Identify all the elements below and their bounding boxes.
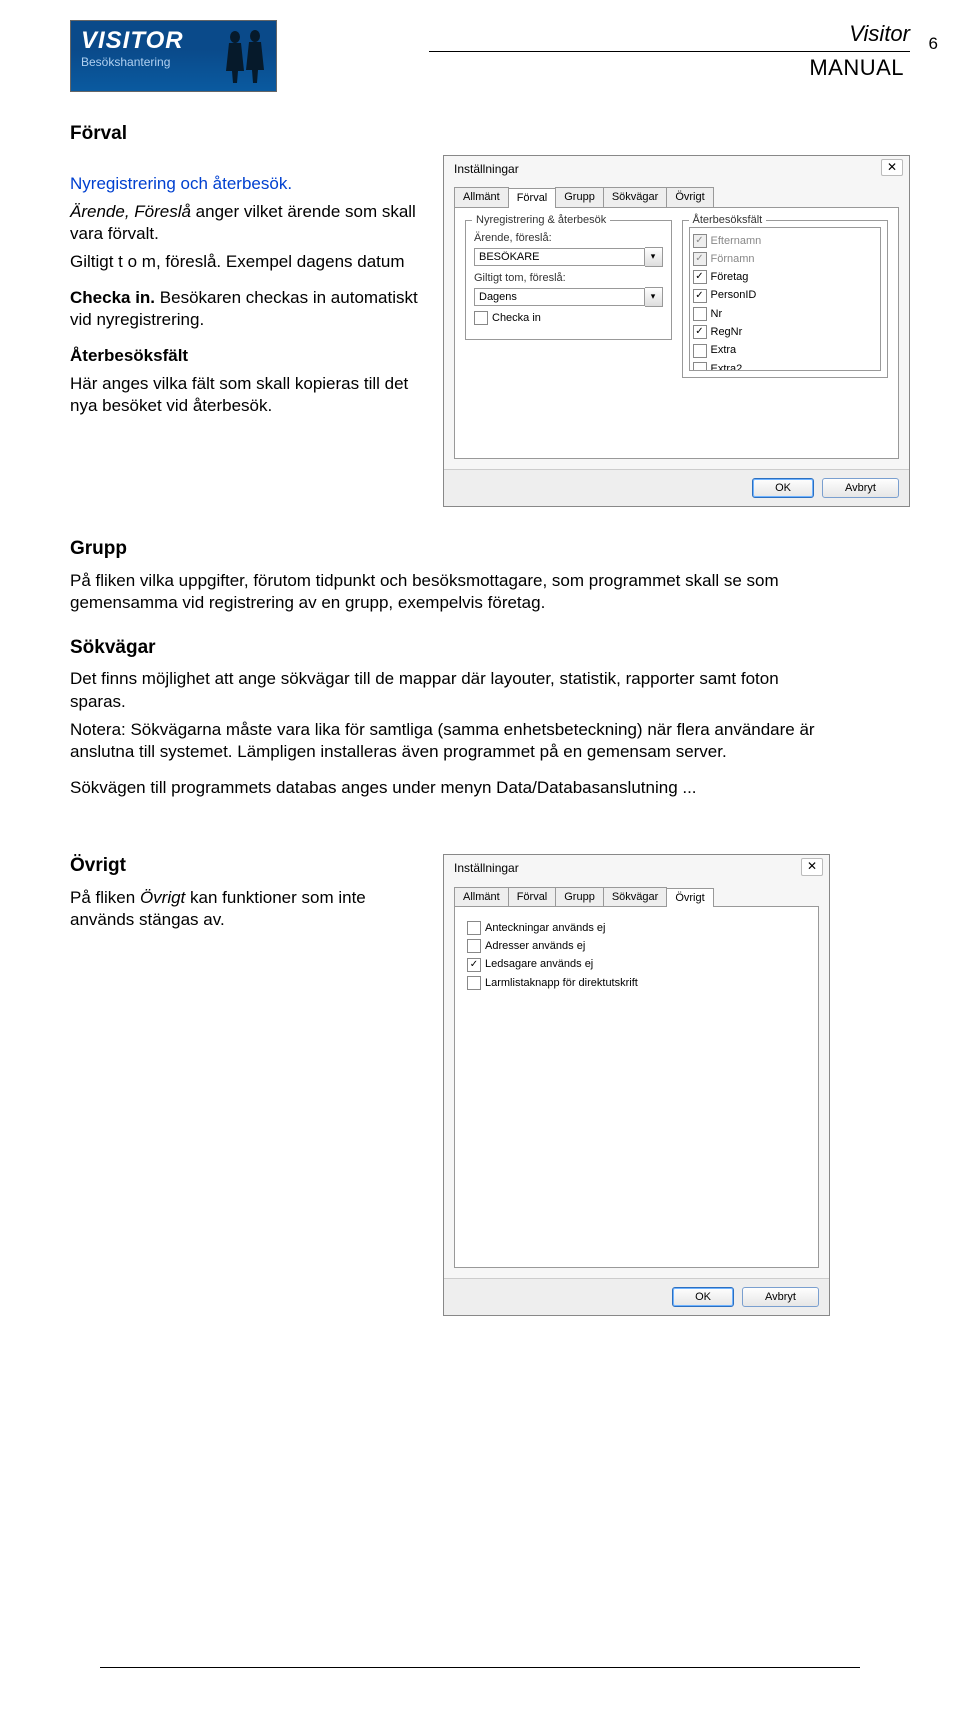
option-checkbox[interactable]: Adresser används ej xyxy=(467,939,806,953)
grupp-heading: Grupp xyxy=(70,537,830,562)
checkbox-icon: ✓ xyxy=(693,234,707,248)
checkbox-checka-in[interactable]: Checka in xyxy=(474,311,663,325)
field-personid[interactable]: ✓PersonID xyxy=(693,288,878,302)
sokvagar-p3: Sökvägen till programmets databas anges … xyxy=(70,777,830,799)
dialog-title: Inställningar xyxy=(444,156,909,182)
combo-giltigt[interactable]: ▾ xyxy=(474,287,663,307)
footer-rule xyxy=(100,1667,860,1668)
aterfalt-p: Här anges vilka fält som skall kopieras … xyxy=(70,373,425,417)
checkbox-icon xyxy=(467,939,481,953)
group-nyreg: Nyregistrering & återbesök Ärende, föres… xyxy=(465,220,672,341)
nyreg-subhead: Nyregistrering och återbesök. xyxy=(70,173,425,195)
tab-forval[interactable]: Förval xyxy=(508,887,557,906)
dialog-title: Inställningar xyxy=(444,855,829,881)
combo-arende[interactable]: ▾ xyxy=(474,247,663,267)
settings-dialog-forval: Inställningar ✕ Allmänt Förval Grupp Sök… xyxy=(443,155,910,507)
sokvagar-heading: Sökvägar xyxy=(70,636,830,661)
grupp-p: På fliken vilka uppgifter, förutom tidpu… xyxy=(70,570,830,614)
tab-allmant[interactable]: Allmänt xyxy=(454,187,509,206)
page-number: 6 xyxy=(929,33,938,55)
label-giltigt: Giltigt tom, föreslå: xyxy=(474,271,663,285)
sokvagar-p1: Det finns möjlighet att ange sökvägar ti… xyxy=(70,668,830,712)
chevron-down-icon[interactable]: ▾ xyxy=(645,247,663,267)
group-aterfalt-title: Återbesöksfält xyxy=(689,213,767,227)
checkbox-icon: ✓ xyxy=(467,958,481,972)
field-regnr[interactable]: ✓RegNr xyxy=(693,325,878,339)
cancel-button[interactable]: Avbryt xyxy=(742,1287,819,1307)
ok-button[interactable]: OK xyxy=(752,478,814,498)
aterfalt-heading: Återbesöksfält xyxy=(70,346,188,365)
ok-button[interactable]: OK xyxy=(672,1287,734,1307)
group-nyreg-title: Nyregistrering & återbesök xyxy=(472,213,610,227)
field-extra2[interactable]: Extra2 xyxy=(693,362,878,371)
tab-grupp[interactable]: Grupp xyxy=(555,887,604,906)
close-icon[interactable]: ✕ xyxy=(801,858,823,876)
nyreg-p1: Ärende, Föreslå anger vilket ärende som … xyxy=(70,201,425,245)
settings-dialog-ovrigt: Inställningar ✕ Allmänt Förval Grupp Sök… xyxy=(443,854,830,1316)
tab-allmant[interactable]: Allmänt xyxy=(454,887,509,906)
ovrigt-p: På fliken Övrigt kan funktioner som inte… xyxy=(70,887,425,931)
option-checkbox[interactable]: Larmlistak­napp för direktutskrift xyxy=(467,976,806,990)
checkbox-icon xyxy=(467,921,481,935)
field-nr[interactable]: Nr xyxy=(693,307,878,321)
header-manual: MANUAL xyxy=(277,54,910,83)
checkbox-icon xyxy=(693,307,707,321)
tab-ovrigt[interactable]: Övrigt xyxy=(666,187,713,206)
option-checkbox[interactable]: Anteckningar används ej xyxy=(467,921,806,935)
field-efternamn: ✓Efternamn xyxy=(693,234,878,248)
close-icon[interactable]: ✕ xyxy=(881,159,903,177)
checkbox-icon: ✓ xyxy=(693,252,707,266)
group-aterfalt: Återbesöksfält ✓Efternamn✓Förnamn✓Företa… xyxy=(682,220,889,378)
fields-checklist[interactable]: ✓Efternamn ✓Förnamn ✓Företag ✓PersonID Nr ✓Re… xyxy=(689,227,882,371)
checkbox-icon xyxy=(693,344,707,358)
field-företag[interactable]: ✓Företag xyxy=(693,270,878,284)
tab-sokvagar[interactable]: Sökvägar xyxy=(603,887,667,906)
ovrigt-heading: Övrigt xyxy=(70,854,425,879)
tab-grupp[interactable]: Grupp xyxy=(555,187,604,206)
checkbox-icon xyxy=(467,976,481,990)
sokvagar-p2: Notera: Sökvägarna måste vara lika för s… xyxy=(70,719,830,763)
tab-forval[interactable]: Förval xyxy=(508,188,557,207)
people-silhouette-icon xyxy=(218,27,270,85)
checkbox-icon xyxy=(474,311,488,325)
checkbox-icon: ✓ xyxy=(693,325,707,339)
label-arende: Ärende, föreslå: xyxy=(474,231,663,245)
chevron-down-icon[interactable]: ▾ xyxy=(645,287,663,307)
header-subject: Visitor xyxy=(429,20,910,52)
checkbox-icon xyxy=(693,362,707,371)
page-header: VISITOR Besökshantering Visitor MANUAL xyxy=(70,20,910,92)
tab-sokvagar[interactable]: Sökvägar xyxy=(603,187,667,206)
option-checkbox[interactable]: ✓Ledsagare används ej xyxy=(467,957,806,971)
field-extra[interactable]: Extra xyxy=(693,343,878,357)
forval-heading: Förval xyxy=(70,122,910,147)
checkbox-icon: ✓ xyxy=(693,289,707,303)
visitor-logo: VISITOR Besökshantering xyxy=(70,20,277,92)
nyreg-p2: Giltigt t o m, föreslå. Exempel dagens d… xyxy=(70,251,425,273)
field-förnamn: ✓Förnamn xyxy=(693,252,878,266)
checkbox-icon: ✓ xyxy=(693,270,707,284)
checka-line: Checka in. Besökaren checkas in automati… xyxy=(70,287,425,331)
combo-arende-input[interactable] xyxy=(474,248,645,266)
cancel-button[interactable]: Avbryt xyxy=(822,478,899,498)
combo-giltigt-input[interactable] xyxy=(474,288,645,306)
tab-ovrigt[interactable]: Övrigt xyxy=(666,888,713,907)
